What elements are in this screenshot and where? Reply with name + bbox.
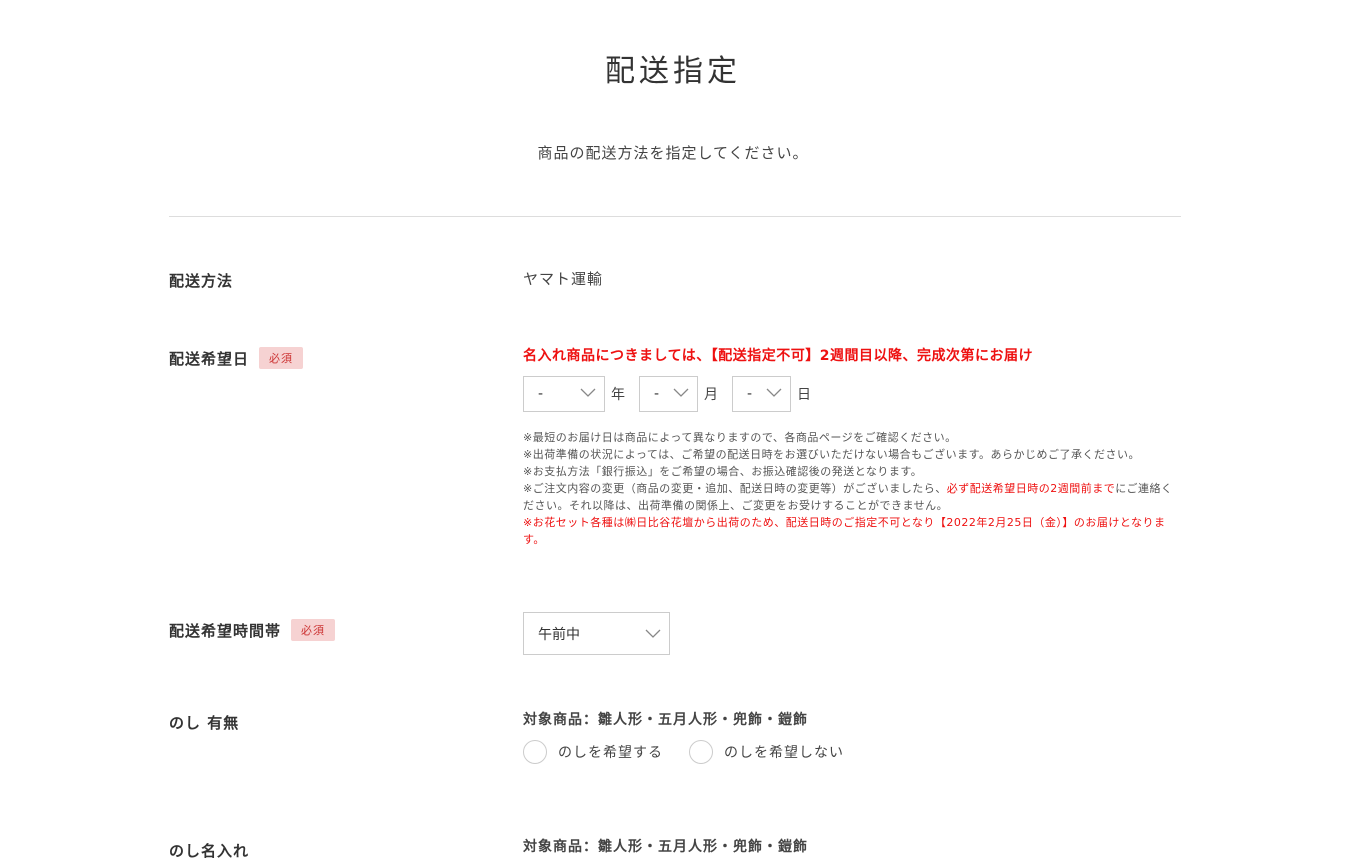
- note-2: ※出荷準備の状況によっては、ご希望の配送日時をお選びいただけない場合もございます…: [523, 448, 1141, 461]
- note-4: ※ご注文内容の変更（商品の変更・追加、配送日時の変更等）がございましたら、必ず配…: [523, 480, 1183, 514]
- noshi-options: のしを希望する のしを希望しない: [523, 740, 870, 764]
- date-notice: 名入れ商品につきましては、【配送指定不可】2週間目以降、完成次第にお届け: [523, 348, 1034, 364]
- required-badge: 必須: [291, 619, 336, 641]
- time-label: 配送希望時間帯 必須: [169, 619, 336, 641]
- note-4-red: 必ず配送希望日時の2週間前まで: [946, 482, 1116, 495]
- chevron-down-icon: [673, 388, 689, 397]
- day-select-value: -: [747, 386, 753, 402]
- year-select-value: -: [538, 386, 544, 402]
- day-select[interactable]: -: [732, 376, 791, 412]
- date-label: 配送希望日 必須: [169, 347, 304, 369]
- year-select[interactable]: -: [523, 376, 605, 412]
- divider: [169, 216, 1181, 217]
- noshi-label-text: のし 有無: [169, 714, 240, 732]
- chevron-down-icon: [766, 388, 782, 397]
- note-5: ※お花セット各種は㈱日比谷花壇から出荷のため、配送日時のご指定不可となり【202…: [523, 516, 1166, 546]
- noshi-yes-radio[interactable]: [523, 740, 547, 764]
- noshi-yes-label[interactable]: のしを希望する: [558, 742, 663, 762]
- noshi-name-label: のし名入れ: [169, 840, 249, 861]
- note-3: ※お支払方法「銀行振込」をご希望の場合、お振込確認後の発送となります。: [523, 465, 923, 478]
- time-select-value: 午前中: [538, 626, 580, 643]
- noshi-no-radio[interactable]: [689, 740, 713, 764]
- method-label-text: 配送方法: [169, 272, 234, 290]
- delivery-page: 配送指定 商品の配送方法を指定してください。 配送方法 ヤマト運輸 配送希望日 …: [0, 0, 1346, 860]
- method-label: 配送方法: [169, 270, 233, 291]
- day-unit: 日: [797, 387, 811, 403]
- required-badge: 必須: [259, 347, 304, 369]
- noshi-label: のし 有無: [169, 712, 239, 733]
- month-select-value: -: [654, 386, 660, 402]
- date-selects: - 年 - 月 - 日: [523, 376, 825, 412]
- time-label-text: 配送希望時間帯: [169, 621, 282, 640]
- chevron-down-icon: [645, 629, 661, 638]
- page-subtitle: 商品の配送方法を指定してください。: [537, 144, 809, 162]
- date-notes: ※最短のお届け日は商品によって異なりますので、各商品ページをご確認ください。 ※…: [523, 429, 1183, 548]
- noshi-target: 対象商品：雛人形・五月人形・兜飾・鎧飾: [523, 712, 808, 728]
- month-unit: 月: [704, 387, 718, 403]
- note-1: ※最短のお届け日は商品によって異なりますので、各商品ページをご確認ください。: [523, 431, 957, 444]
- page-title: 配送指定: [605, 54, 741, 89]
- noshi-no-label[interactable]: のしを希望しない: [724, 742, 844, 762]
- chevron-down-icon: [580, 388, 596, 397]
- method-value: ヤマト運輸: [523, 270, 604, 288]
- noshi-name-target: 対象商品：雛人形・五月人形・兜飾・鎧飾: [523, 839, 808, 855]
- month-select[interactable]: -: [639, 376, 698, 412]
- year-unit: 年: [611, 387, 625, 403]
- noshi-name-label-text: のし名入れ: [169, 842, 250, 860]
- date-label-text: 配送希望日: [169, 349, 250, 368]
- time-select[interactable]: 午前中: [523, 612, 670, 655]
- note-4-before: ※ご注文内容の変更（商品の変更・追加、配送日時の変更等）がございましたら、: [523, 482, 947, 495]
